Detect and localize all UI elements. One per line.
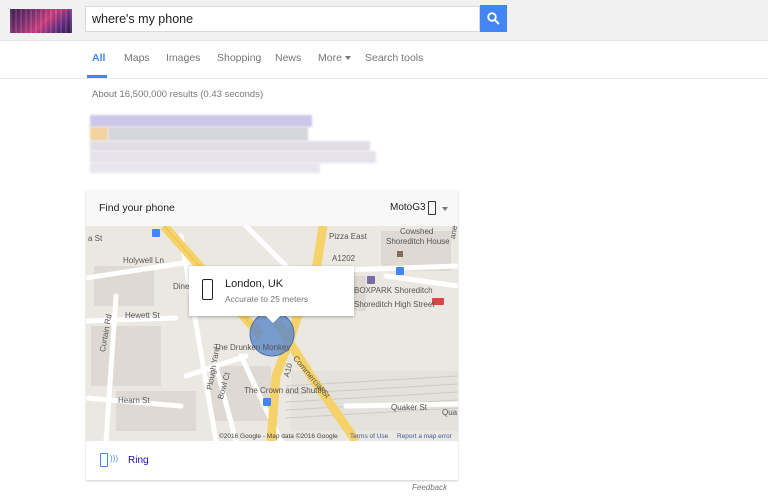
search-icon — [487, 12, 500, 25]
active-tab-indicator — [87, 75, 107, 78]
search-box[interactable] — [85, 6, 480, 32]
card-title: Find your phone — [99, 202, 175, 214]
chevron-down-icon[interactable] — [442, 207, 448, 211]
map-label-poi: The Drunken Monkey — [214, 343, 291, 352]
map-label-poi: Cowshed — [400, 227, 434, 236]
tab-more[interactable]: More — [318, 52, 351, 64]
map-label-poi: Shoreditch High Street — [354, 300, 435, 309]
tab-images[interactable]: Images — [166, 52, 200, 64]
map-label-poi: BOXPARK Shoreditch — [354, 286, 433, 295]
ring-waves-icon: ))) — [110, 454, 118, 463]
map-label-street: Holywell Ln — [123, 256, 164, 265]
phone-icon — [100, 453, 108, 467]
search-input[interactable] — [86, 7, 479, 31]
ring-button[interactable]: Ring — [128, 455, 149, 466]
map-label-street: Hearn St — [118, 396, 150, 405]
feedback-link[interactable]: Feedback — [412, 483, 447, 492]
tab-news[interactable]: News — [275, 52, 301, 64]
map-label-poi: Pizza East — [329, 232, 367, 241]
map-label-poi: Shoreditch House — [386, 237, 450, 246]
phone-icon — [428, 201, 436, 215]
ring-action[interactable]: ))) Ring — [86, 441, 458, 480]
report-map-error-link[interactable]: Report a map error — [397, 433, 452, 440]
tab-more-label: More — [318, 52, 342, 64]
tab-maps[interactable]: Maps — [124, 52, 150, 64]
device-name[interactable]: MotoG3 — [390, 202, 426, 213]
map-label-poi: The Crown and Shuttle — [244, 386, 326, 395]
card-header: Find your phone MotoG3 — [86, 190, 458, 226]
find-phone-card: Find your phone MotoG3 a St Holywell Ln … — [86, 190, 458, 480]
map-attribution: ©2016 Google - Map data ©2016 Google — [219, 433, 338, 440]
map-label-street: a St — [88, 234, 103, 243]
search-tabs: All Maps Images Shopping News More Searc… — [0, 40, 768, 79]
tab-shopping[interactable]: Shopping — [217, 52, 261, 64]
top-bar — [0, 0, 768, 41]
map-label-street: ane — [448, 226, 458, 240]
map-label-street: Qua — [442, 408, 458, 417]
doodle-logo[interactable] — [10, 9, 72, 33]
location-popup: London, UK Accurate to 25 meters — [189, 266, 354, 323]
map-label-street: A1202 — [332, 254, 356, 263]
tab-search-tools[interactable]: Search tools — [365, 52, 423, 64]
search-button[interactable] — [480, 5, 507, 32]
result-stats: About 16,500,000 results (0.43 seconds) — [92, 89, 264, 100]
tab-all[interactable]: All — [92, 52, 105, 64]
location-name: London, UK — [225, 278, 284, 290]
terms-link[interactable]: Terms of Use — [350, 433, 388, 440]
map-label-street: Dine — [173, 282, 190, 291]
location-accuracy: Accurate to 25 meters — [225, 294, 309, 304]
map[interactable]: a St Holywell Ln Dine Hewett St Curtain … — [86, 226, 458, 441]
phone-icon — [202, 279, 213, 300]
map-label-street: Quaker St — [391, 403, 428, 412]
chevron-down-icon — [344, 56, 351, 61]
map-label-street: Hewett St — [125, 311, 160, 320]
